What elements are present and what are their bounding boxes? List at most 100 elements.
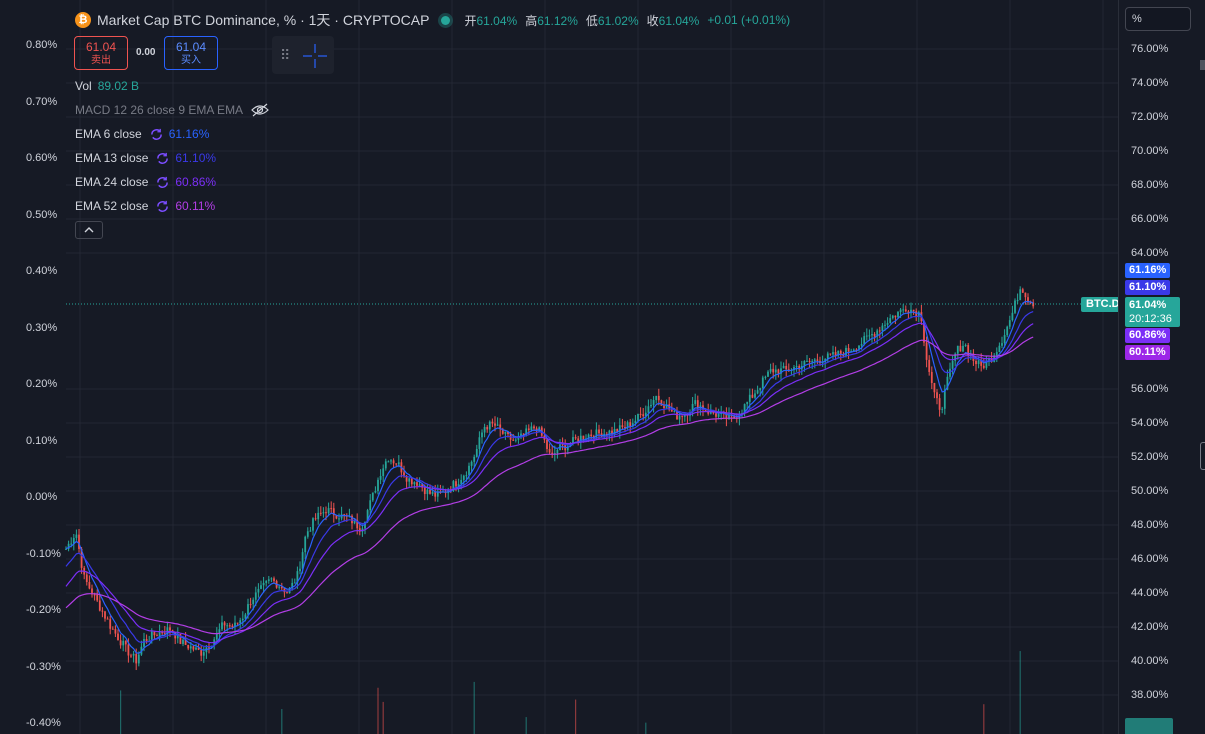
chart-title: Market Cap BTC Dominance, % · 1天 · CRYPT… [97,12,430,28]
candle-body [647,406,650,413]
chart-area[interactable]: 0.80% 0.70% 0.60% 0.50% 0.40% 0.30% 0.20% 0.10%… [0,0,1125,734]
drag-handle-icon[interactable]: ⠿ [280,48,290,62]
right-tick-label: 42.00% [1131,621,1169,633]
left-tick-label: 0.80% [26,39,58,51]
candle-body [150,631,153,641]
candle-body [109,619,112,629]
candle-body [132,653,135,656]
candle-body [221,622,223,630]
candle-body [130,655,132,657]
bitcoin-icon: ₿ [75,12,91,28]
candle-body [681,415,684,417]
candle-body [413,482,416,485]
legend-ema-52[interactable]: EMA 52 close 60.11% [75,199,215,213]
volume-bar [120,690,122,734]
candle-body [977,360,980,365]
refresh-icon[interactable] [156,176,169,189]
legend-ema-24[interactable]: EMA 24 close 60.86% [75,175,216,189]
candle-body [598,429,600,434]
candle-body [135,653,138,664]
left-tick-label: 0.70% [26,95,58,108]
sell-button[interactable]: 61.04 卖出 [74,36,128,70]
candle-body [374,491,377,493]
legend-ema-6[interactable]: EMA 6 close 61.16% [75,127,209,141]
eye-hidden-icon[interactable] [251,103,269,117]
bar-countdown: 20:12:36 [1129,313,1172,325]
crosshair-widget[interactable]: ⠿ [272,36,334,74]
candle-body [418,484,421,486]
candle-body [392,460,395,464]
candle-body [769,368,772,372]
close-label: 收 [646,13,659,28]
candle-body [884,324,886,326]
candle-body [715,413,717,417]
candle-body [1008,320,1011,327]
candle-body [325,512,327,514]
candle-body [371,492,374,501]
sell-price: 61.04 [85,40,117,54]
candle-body [455,481,457,487]
legend-volume[interactable]: Vol 89.02 B [75,79,139,93]
candle-body [202,652,205,656]
ema-lines [65,300,1034,654]
candle-body [319,512,322,514]
candle-body [928,359,931,372]
volume-bars [120,651,1021,734]
right-tick-label: 54.00% [1131,417,1169,429]
candle-body [548,449,551,453]
scale-handle-2[interactable] [1200,442,1205,470]
ema-line-52 [65,336,1034,635]
legend-ema-13[interactable]: EMA 13 close 61.10% [75,151,216,165]
candle-body [1019,289,1022,301]
candle-body [933,382,936,393]
candle-body [951,360,954,369]
candle-body [878,330,881,332]
buy-button[interactable]: 61.04 买入 [164,36,218,70]
refresh-icon[interactable] [156,152,169,165]
scale-handle[interactable] [1200,60,1205,70]
right-tick-label: 64.00% [1131,247,1169,259]
candle-body [267,579,270,581]
price-scale[interactable]: % 76.00% 74.00% 72.00% 70.00% 68.00% 66.00% 64… [1118,0,1205,734]
candle-body [106,618,109,620]
candle-body [868,335,871,337]
scale-unit-field[interactable]: % [1125,7,1191,31]
candle-body [845,347,847,357]
legend-collapse-button[interactable] [75,221,103,239]
candle-body [717,414,720,417]
candle-body [382,468,385,477]
legend-macd[interactable]: MACD 12 26 close 9 EMA EMA [75,103,269,117]
refresh-icon[interactable] [150,128,163,141]
candle-body [340,514,343,519]
ema-52-label: EMA 52 close [75,199,149,213]
candle-body [286,592,288,594]
right-tick-label: 56.00% [1131,383,1169,395]
candle-body [153,631,156,636]
candle-body [886,323,889,325]
candle-body [629,422,632,427]
refresh-icon[interactable] [156,200,169,213]
candle-body [891,315,894,319]
candle-body [189,646,192,649]
crosshair-icon[interactable] [302,43,328,69]
candle-body [652,399,655,405]
candle-body [806,360,808,362]
candle-body [252,599,255,605]
candle-body [481,432,483,438]
candle-body [306,531,309,537]
candle-body [369,500,372,511]
candle-body [491,421,494,424]
right-tick-label: 72.00% [1131,111,1169,123]
candle-body [96,594,99,601]
candle-body [1024,292,1027,298]
candle-body [902,309,905,311]
candle-body [468,465,470,476]
candle-body [1021,289,1024,293]
candle-body [85,574,88,583]
left-tick-label: 0.60% [26,152,58,164]
candle-body [496,424,499,426]
left-tick-label: -0.20% [26,604,61,616]
candle-body [889,318,892,324]
candle-body [527,428,530,431]
candle-body [663,405,665,409]
